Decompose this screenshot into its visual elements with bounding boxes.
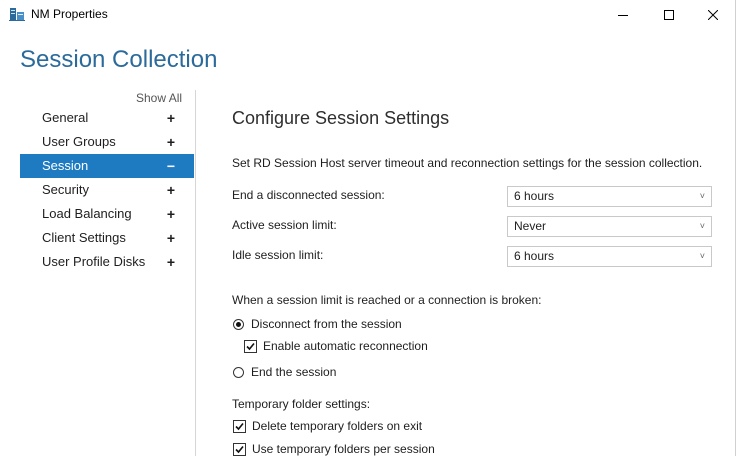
chevron-down-icon: ˅: [699, 221, 705, 231]
sidebar-item-general[interactable]: General +: [20, 106, 194, 130]
sidebar-nav: General + User Groups + Session − Securi…: [20, 106, 194, 274]
sidebar-item-security[interactable]: Security +: [20, 178, 194, 202]
maximize-button[interactable]: [646, 0, 692, 30]
per-session-temp-label: Use temporary folders per session: [252, 442, 435, 456]
checkbox-checked-icon: [233, 442, 246, 456]
maximize-icon: [664, 10, 674, 20]
limit-section-label: When a session limit is reached or a con…: [232, 293, 542, 307]
radio-selected-icon: [233, 318, 244, 330]
radio-unselected-icon: [233, 366, 244, 378]
sidebar-item-load-balancing[interactable]: Load Balancing +: [20, 202, 194, 226]
sidebar-item-client-settings[interactable]: Client Settings +: [20, 226, 194, 250]
expand-icon: +: [166, 182, 176, 198]
expand-icon: +: [166, 206, 176, 222]
disconnect-radio[interactable]: Disconnect from the session: [233, 317, 402, 331]
sidebar-item-label: General: [42, 110, 89, 125]
per-session-temp-checkbox[interactable]: Use temporary folders per session: [233, 442, 435, 456]
select-value: 6 hours: [514, 249, 555, 263]
select-value: 6 hours: [514, 189, 555, 203]
checkbox-checked-icon: [244, 339, 257, 353]
chevron-down-icon: ˅: [699, 191, 705, 201]
minimize-icon: [618, 15, 628, 16]
checkbox-checked-icon: [233, 419, 246, 433]
title-bar: NM Properties: [0, 0, 736, 30]
expand-icon: +: [166, 254, 176, 270]
sidebar-item-label: Session: [42, 158, 89, 173]
sidebar-item-label: Client Settings: [42, 230, 126, 245]
temp-section-label: Temporary folder settings:: [232, 397, 371, 411]
active-limit-select[interactable]: Never ˅: [507, 216, 712, 237]
sidebar-item-label: User Groups: [42, 134, 116, 149]
expand-icon: +: [166, 134, 176, 150]
end-disconnected-label: End a disconnected session:: [232, 188, 385, 202]
sidebar-item-user-profile-disks[interactable]: User Profile Disks +: [20, 250, 194, 274]
delete-temp-label: Delete temporary folders on exit: [252, 419, 423, 433]
section-heading: Configure Session Settings: [232, 108, 450, 128]
select-value: Never: [514, 219, 547, 233]
section-description: Set RD Session Host server timeout and r…: [232, 156, 703, 170]
close-icon: [708, 10, 718, 20]
sidebar-item-session[interactable]: Session −: [20, 154, 194, 178]
page-title: Session Collection: [20, 46, 218, 73]
delete-temp-checkbox[interactable]: Delete temporary folders on exit: [233, 419, 422, 433]
chevron-down-icon: ˅: [699, 251, 705, 261]
window-title: NM Properties: [31, 7, 108, 21]
sidebar-item-label: Security: [42, 182, 89, 197]
minimize-button[interactable]: [600, 0, 646, 30]
sidebar-item-label: Load Balancing: [42, 206, 132, 221]
auto-reconnect-checkbox[interactable]: Enable automatic reconnection: [244, 339, 428, 353]
end-disconnected-select[interactable]: 6 hours ˅: [507, 186, 712, 207]
collapse-icon: −: [166, 158, 176, 174]
sidebar-divider: [195, 90, 196, 456]
end-session-radio-label: End the session: [251, 365, 337, 379]
auto-reconnect-label: Enable automatic reconnection: [263, 339, 428, 353]
end-session-radio[interactable]: End the session: [233, 365, 336, 379]
sidebar-item-label: User Profile Disks: [42, 254, 146, 269]
active-limit-label: Active session limit:: [232, 218, 337, 232]
sidebar-item-user-groups[interactable]: User Groups +: [20, 130, 194, 154]
idle-limit-label: Idle session limit:: [232, 248, 324, 262]
show-all-link[interactable]: Show All: [136, 91, 182, 105]
disconnect-radio-label: Disconnect from the session: [251, 317, 402, 331]
server-properties-icon: [9, 7, 25, 22]
expand-icon: +: [166, 230, 176, 246]
expand-icon: +: [166, 110, 176, 126]
close-button[interactable]: [690, 0, 736, 30]
idle-limit-select[interactable]: 6 hours ˅: [507, 246, 712, 267]
